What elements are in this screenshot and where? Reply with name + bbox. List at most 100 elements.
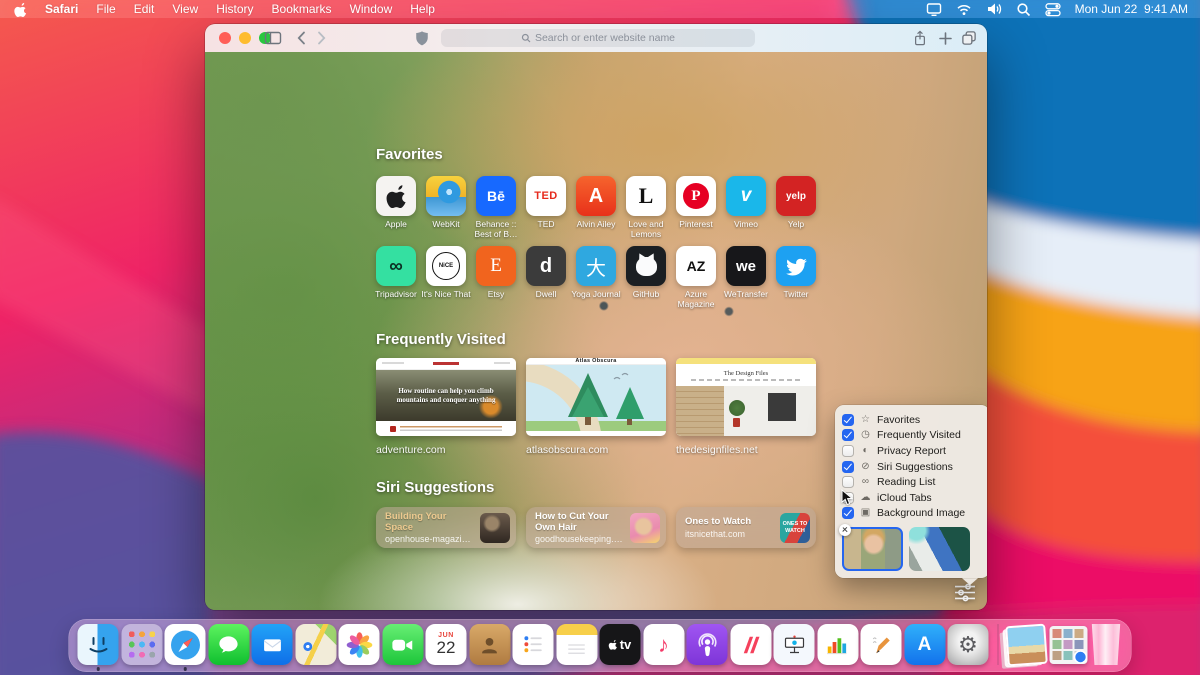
dock-facetime[interactable] <box>382 624 423 665</box>
address-bar[interactable]: Search or enter website name <box>441 29 755 47</box>
dock-messages[interactable] <box>208 624 249 665</box>
site-thumbnail[interactable]: The Design Files <box>676 358 816 436</box>
dock-contacts[interactable] <box>469 624 510 665</box>
dock-photos-stack[interactable] <box>1005 623 1048 666</box>
favorite-alvin-ailey[interactable]: A Alvin Ailey <box>576 176 616 239</box>
tab-overview-button[interactable] <box>959 29 979 47</box>
option-privacy-report[interactable]: ◐ Privacy Report <box>842 443 983 459</box>
option-siri-suggestions[interactable]: ⊘ Siri Suggestions <box>842 459 983 475</box>
background-choice-big-sur-abstract[interactable] <box>909 527 970 572</box>
favorite-github[interactable]: GitHub <box>626 246 666 309</box>
forward-button[interactable] <box>311 29 331 47</box>
menu-help[interactable]: Help <box>410 2 435 16</box>
site-thumbnail[interactable]: Atlas Obscura <box>526 358 666 436</box>
back-button[interactable] <box>291 29 311 47</box>
thumb-text-lines <box>400 426 502 431</box>
dock-photos[interactable] <box>338 624 380 665</box>
minimize-window-button[interactable] <box>239 32 251 44</box>
card-title: Ones to Watch <box>685 516 752 528</box>
option-background-image[interactable]: ▣ Background Image <box>842 506 983 522</box>
remove-background-icon[interactable] <box>839 524 851 537</box>
checkbox-checked[interactable] <box>842 429 854 442</box>
menu-bar: Safari File Edit View History Bookmarks … <box>0 0 1200 18</box>
frequently-visited-adventure[interactable]: How routine can help you climb mountains… <box>376 358 516 456</box>
customize-start-page-button[interactable] <box>951 581 979 603</box>
favorite-etsy[interactable]: E Etsy <box>476 246 516 309</box>
favorite-pinterest[interactable]: P Pinterest <box>676 176 716 239</box>
favorite-twitter[interactable]: Twitter <box>776 246 816 309</box>
favorite-apple[interactable]: Apple <box>376 176 416 239</box>
dock-music[interactable]: ♪ <box>643 624 684 665</box>
siri-card-cut-your-own-hair[interactable]: How to Cut Your Own Hair goodhousekeepin… <box>526 507 666 548</box>
frequently-visited-atlasobscura[interactable]: Atlas Obscura atlasobscura.com <box>526 358 666 456</box>
wifi-icon[interactable] <box>956 2 972 16</box>
display-icon[interactable] <box>926 2 942 17</box>
dock-trash[interactable] <box>1090 624 1123 665</box>
search-icon[interactable] <box>1016 2 1031 17</box>
dock-safari[interactable] <box>164 624 206 671</box>
menu-bookmarks[interactable]: Bookmarks <box>272 2 332 16</box>
dock-launchpad[interactable] <box>121 624 162 665</box>
favorite-love-and-lemons[interactable]: L Love and Lemons <box>626 176 666 239</box>
favorite-ted[interactable]: TED TED <box>526 176 566 239</box>
dock-system-preferences[interactable]: ⚙ <box>947 624 989 665</box>
option-label: Siri Suggestions <box>877 460 953 473</box>
checkbox-checked[interactable] <box>842 460 854 473</box>
frequently-visited-thedesignfiles[interactable]: The Design Files thedesignfiles.net <box>676 358 816 456</box>
dock-keynote[interactable] <box>773 624 815 665</box>
dock-pages[interactable] <box>860 624 902 665</box>
option-frequently-visited[interactable]: ◷ Frequently Visited <box>842 428 983 444</box>
dock-calendar[interactable]: JUN 22 <box>425 624 467 665</box>
dock-mail[interactable] <box>251 624 293 665</box>
favorite-vimeo[interactable]: v Vimeo <box>726 176 766 239</box>
menu-bar-clock[interactable]: Mon Jun 22 9:41 AM <box>1075 2 1188 16</box>
favorite-tripadvisor[interactable]: ∞ Tripadvisor <box>375 246 417 309</box>
checkbox-unchecked[interactable] <box>842 444 854 457</box>
favorite-azure-magazine[interactable]: AZ Azure Magazine <box>676 246 716 309</box>
favorite-webkit[interactable]: WebKit <box>426 176 466 239</box>
favorite-its-nice-that[interactable]: NiCE It's Nice That <box>421 246 471 309</box>
dock-notes[interactable] <box>556 624 597 665</box>
dock-downloads-stack[interactable] <box>1049 625 1087 664</box>
siri-card-ones-to-watch[interactable]: Ones to Watch itsnicethat.com ONES TO WA… <box>676 507 816 548</box>
ted-glyph: TED <box>534 190 558 202</box>
favorite-wetransfer[interactable]: we WeTransfer <box>724 246 768 309</box>
new-tab-button[interactable] <box>935 29 955 47</box>
volume-icon[interactable] <box>986 2 1002 16</box>
favorite-behance[interactable]: Bē Behance :: Best of B… <box>475 176 518 239</box>
menu-edit[interactable]: Edit <box>134 2 155 16</box>
favorite-yoga-journal[interactable]: 大 Yoga Journal <box>571 246 621 309</box>
favorite-dwell[interactable]: d Dwell <box>526 246 566 309</box>
option-favorites[interactable]: ☆ Favorites <box>842 412 983 428</box>
background-choice-baby-photo-selected[interactable] <box>839 524 903 572</box>
control-center-icon[interactable] <box>1044 2 1061 17</box>
dock-finder[interactable] <box>77 624 119 671</box>
option-icloud-tabs[interactable]: ☁ iCloud Tabs <box>842 490 983 506</box>
checkbox-unchecked[interactable] <box>842 476 854 489</box>
share-icon[interactable] <box>910 29 930 47</box>
menu-file[interactable]: File <box>96 2 115 16</box>
close-window-button[interactable] <box>219 32 231 44</box>
option-reading-list[interactable]: ∞ Reading List <box>842 474 983 490</box>
sidebar-toggle-button[interactable] <box>263 29 283 47</box>
privacy-report-shield-icon[interactable] <box>412 29 432 47</box>
dock-reminders[interactable] <box>512 624 554 665</box>
menu-window[interactable]: Window <box>350 2 393 16</box>
favorite-yelp[interactable]: yelp Yelp <box>776 176 816 239</box>
apple-menu-icon[interactable] <box>14 2 27 17</box>
dock-news[interactable] <box>730 624 771 665</box>
dock-app-store[interactable]: A <box>904 624 945 665</box>
menu-view[interactable]: View <box>172 2 198 16</box>
menu-app-name[interactable]: Safari <box>45 2 78 16</box>
dock-numbers[interactable] <box>817 624 858 665</box>
dock-maps[interactable] <box>295 624 336 665</box>
pages-icon <box>860 624 902 665</box>
dock-tv[interactable]: tv <box>599 624 641 665</box>
glasses-icon: ∞ <box>861 476 870 488</box>
favorite-label: Tripadvisor <box>375 289 417 299</box>
menu-history[interactable]: History <box>216 2 253 16</box>
siri-card-building-your-space[interactable]: Building Your Space openhouse-magazine.c… <box>376 507 516 548</box>
site-thumbnail[interactable]: How routine can help you climb mountains… <box>376 358 516 436</box>
dock-podcasts[interactable] <box>686 624 728 665</box>
checkbox-checked[interactable] <box>842 413 854 426</box>
